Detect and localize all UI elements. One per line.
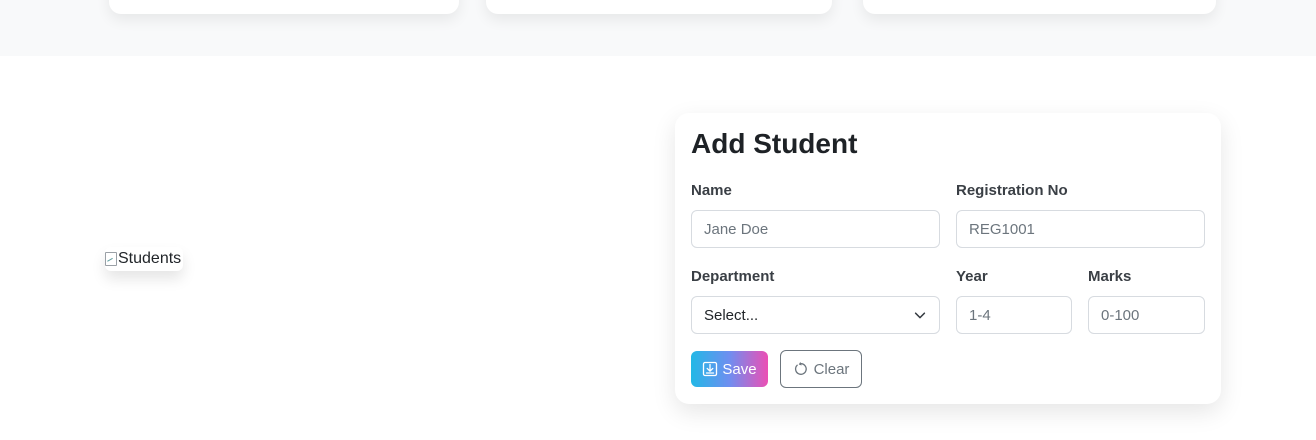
stat-card: [109, 0, 459, 14]
stat-card: [486, 0, 832, 14]
department-selected-value: Select...: [704, 306, 759, 324]
clear-button[interactable]: Clear: [780, 350, 862, 388]
stat-card: [863, 0, 1216, 14]
name-label: Name: [691, 182, 732, 199]
registration-input[interactable]: [956, 210, 1205, 248]
save-button-label: Save: [722, 360, 757, 378]
department-label: Department: [691, 268, 775, 285]
registration-label: Registration No: [956, 182, 1068, 199]
name-input[interactable]: [691, 210, 940, 248]
top-section-band: [0, 0, 1316, 56]
add-student-card: Add Student Name Registration No Departm…: [675, 113, 1221, 404]
save-button[interactable]: Save: [691, 351, 768, 387]
year-input[interactable]: [956, 296, 1072, 334]
marks-input[interactable]: [1088, 296, 1205, 334]
chevron-down-icon: [914, 312, 926, 319]
year-label: Year: [956, 268, 988, 285]
clear-button-label: Clear: [813, 360, 850, 378]
marks-label: Marks: [1088, 268, 1132, 285]
download-box-icon: [703, 361, 718, 377]
broken-image-icon: [105, 252, 117, 266]
students-image: Students: [105, 247, 183, 271]
form-title: Add Student: [691, 128, 858, 159]
department-select[interactable]: Select...: [691, 296, 940, 334]
rotate-ccw-icon: [794, 361, 807, 375]
students-image-alt: Students: [118, 250, 182, 267]
